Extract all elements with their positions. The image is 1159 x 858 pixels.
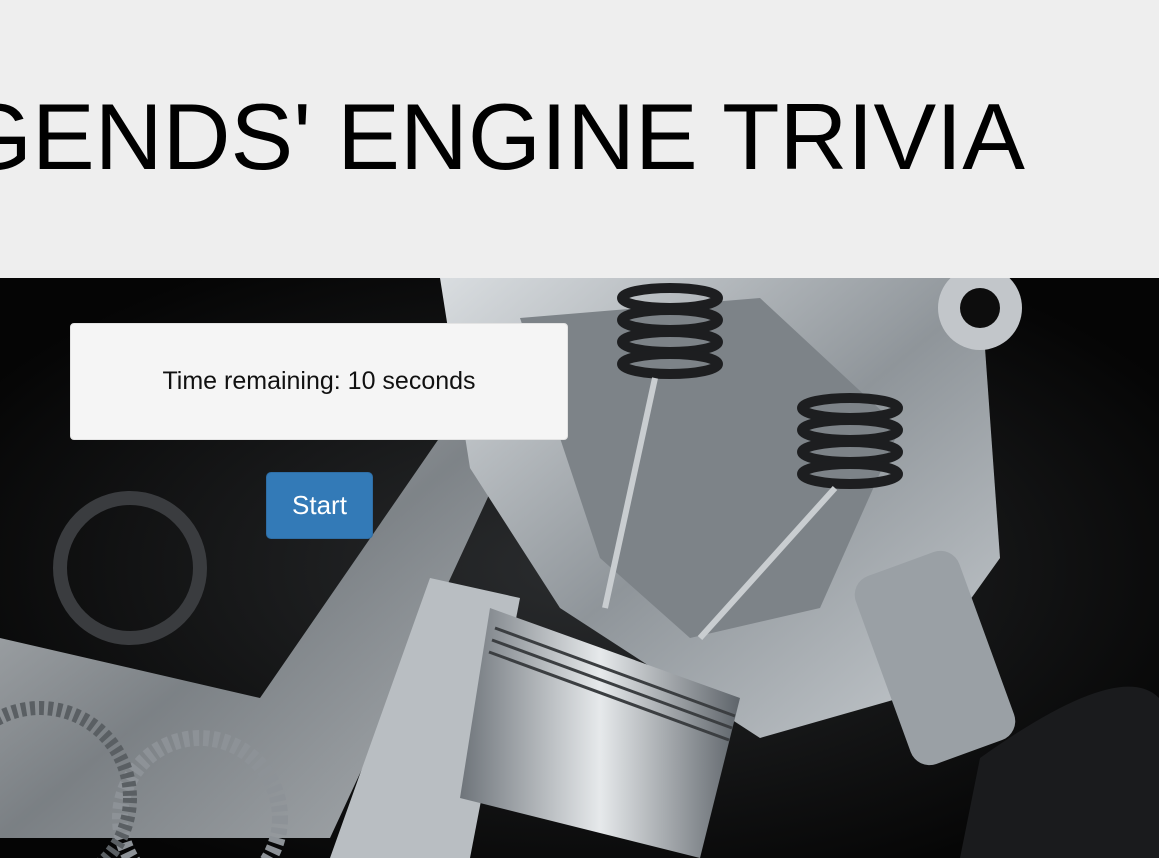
timer-panel: Time remaining: 10 seconds (70, 323, 568, 440)
header-banner: LEGENDS' ENGINE TRIVIA (0, 0, 1159, 278)
start-button[interactable]: Start (266, 472, 373, 539)
page-title: LEGENDS' ENGINE TRIVIA (0, 84, 1025, 189)
timer-text: Time remaining: 10 seconds (162, 367, 476, 395)
